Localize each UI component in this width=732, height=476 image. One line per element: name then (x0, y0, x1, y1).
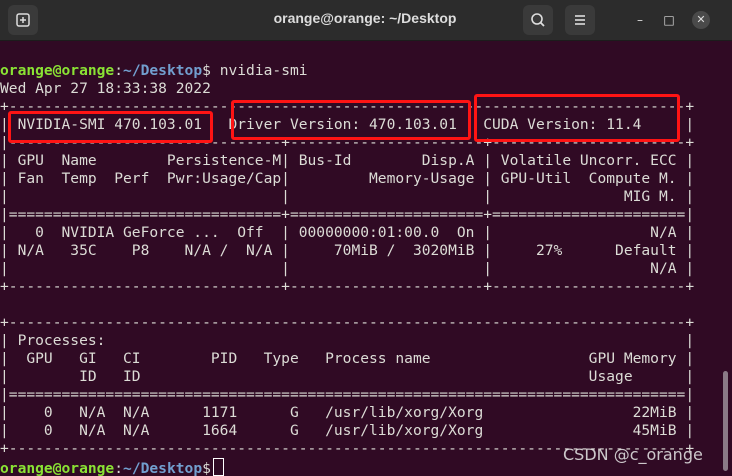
prompt-user: orange@orange (0, 62, 115, 79)
prompt-path: ~/Desktop (123, 460, 203, 476)
terminal-window: orange@orange: ~/Desktop – □ ✕ orange@or… (0, 0, 732, 476)
scrollbar-thumb[interactable] (723, 371, 728, 471)
highlight-box-driver-version (231, 100, 471, 140)
output-line: | Processes: | (0, 332, 695, 349)
maximize-icon: □ (663, 13, 675, 27)
scrollbar[interactable] (720, 41, 732, 476)
minimize-button[interactable]: – (631, 11, 649, 29)
close-icon: ✕ (696, 13, 706, 26)
watermark: CSDN @c_orange (563, 445, 703, 464)
search-icon (531, 13, 545, 27)
output-line: | 0 NVIDIA GeForce ... Off | 00000000:01… (0, 224, 695, 241)
search-button[interactable] (523, 5, 553, 35)
new-tab-button[interactable] (8, 5, 38, 35)
highlight-box-cuda-version (474, 94, 680, 142)
command-text: nvidia-smi (219, 62, 308, 79)
highlight-box-smi-version (8, 111, 213, 143)
close-button[interactable]: ✕ (692, 11, 710, 29)
output-line: Wed Apr 27 18:33:38 2022 (0, 80, 211, 97)
output-line: | ID ID Usage | (0, 368, 695, 385)
output-line: | 0 N/A N/A 1664 G /usr/lib/xorg/Xorg 45… (0, 422, 695, 439)
output-line: |=======================================… (0, 386, 695, 403)
output-line: | | | N/A | (0, 260, 695, 277)
maximize-button[interactable]: □ (660, 11, 678, 29)
output-line: | 0 N/A N/A 1171 G /usr/lib/xorg/Xorg 22… (0, 404, 695, 421)
output-line: | GPU Name Persistence-M| Bus-Id Disp.A … (0, 152, 695, 169)
title-bar: orange@orange: ~/Desktop – □ ✕ (0, 0, 732, 41)
output-line: +-------------------------------+-------… (0, 278, 695, 295)
command-prompt-line: orange@orange:~/Desktop$ nvidia-smi (0, 62, 308, 80)
output-line: | N/A 35C P8 N/A / N/A | 70MiB / 3020MiB… (0, 242, 695, 259)
hamburger-menu-icon (575, 15, 585, 25)
prompt-path: ~/Desktop (123, 62, 203, 79)
prompt-symbol: $ (202, 62, 211, 79)
output-line: | | | MIG M. | (0, 188, 695, 205)
prompt-separator: : (114, 460, 124, 476)
prompt-user: orange@orange (0, 460, 115, 476)
prompt-symbol: $ (202, 460, 211, 476)
active-prompt-line: orange@orange:~/Desktop$ (0, 458, 224, 476)
menu-button[interactable] (565, 5, 595, 35)
terminal-output[interactable]: orange@orange:~/Desktop$ nvidia-smi Wed … (0, 41, 720, 476)
prompt-separator: : (114, 62, 124, 79)
text-cursor[interactable] (212, 458, 224, 476)
output-line: | Fan Temp Perf Pwr:Usage/Cap| Memory-Us… (0, 170, 695, 187)
output-line: |===============================+=======… (0, 206, 695, 223)
output-line: +---------------------------------------… (0, 314, 695, 331)
output-line: | GPU GI CI PID Type Process name GPU Me… (0, 350, 695, 367)
window-title: orange@orange: ~/Desktop (273, 10, 457, 26)
new-tab-icon (16, 13, 30, 27)
minimize-icon: – (637, 13, 643, 27)
